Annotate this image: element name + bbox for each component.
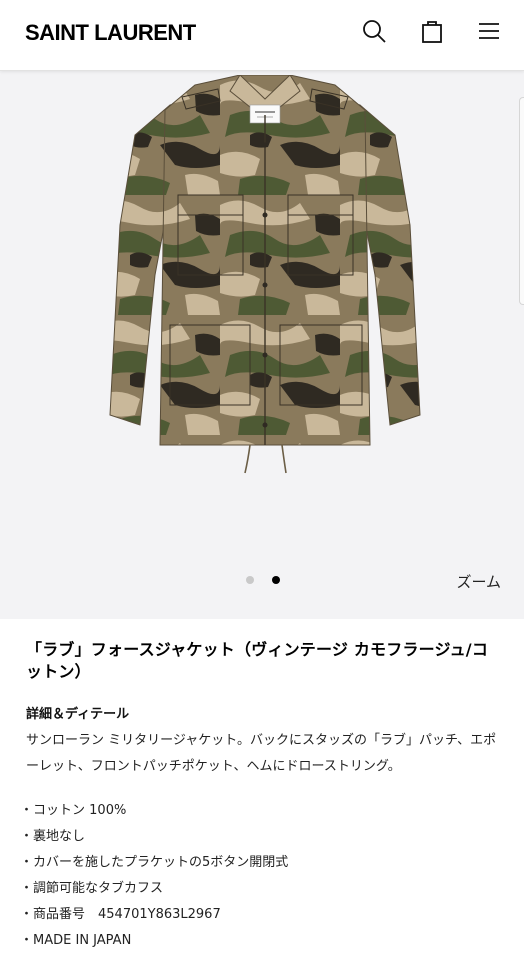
zoom-button[interactable]: ズーム [456, 571, 501, 592]
product-spec-list: コットン 100% 裏地なし カバーを施したプラケットの5ボタン開閉式 調節可能… [26, 798, 498, 954]
hamburger-menu-icon[interactable] [475, 17, 503, 45]
side-scroll-handle[interactable] [519, 97, 524, 305]
product-title: 「ラブ」フォースジャケット（ヴィンテージ カモフラージュ/コットン） [26, 640, 489, 681]
spec-item: 調節可能なタブカフス [26, 876, 498, 902]
spec-item: カバーを施したプラケットの5ボタン開閉式 [26, 850, 498, 876]
brand-logo[interactable]: SAINT LAURENT [25, 19, 196, 47]
gallery-pagination-dots [246, 576, 280, 586]
spec-item: コットン 100% [26, 798, 498, 824]
gallery-dot-2-active[interactable] [272, 576, 280, 584]
product-image-gallery[interactable]: ズーム [0, 71, 524, 619]
site-header: SAINT LAURENT [0, 0, 524, 71]
product-info: 「ラブ」フォースジャケット（ヴィンテージ カモフラージュ/コットン） 詳細＆ディ… [0, 619, 524, 954]
spec-item: MADE IN JAPAN [26, 928, 498, 954]
gallery-dot-1[interactable] [246, 576, 254, 584]
shopping-bag-icon[interactable] [418, 17, 446, 45]
spec-item: 裏地なし [26, 824, 498, 850]
search-icon[interactable] [360, 17, 388, 45]
spec-item: 商品番号 454701Y863L2967 [26, 902, 498, 928]
product-image-camo-jacket[interactable] [100, 74, 430, 485]
product-description: サンローラン ミリタリージャケット。バックにスタッズの「ラブ」パッチ、エポーレッ… [26, 733, 497, 774]
details-heading: 詳細＆ディテール [26, 707, 130, 722]
